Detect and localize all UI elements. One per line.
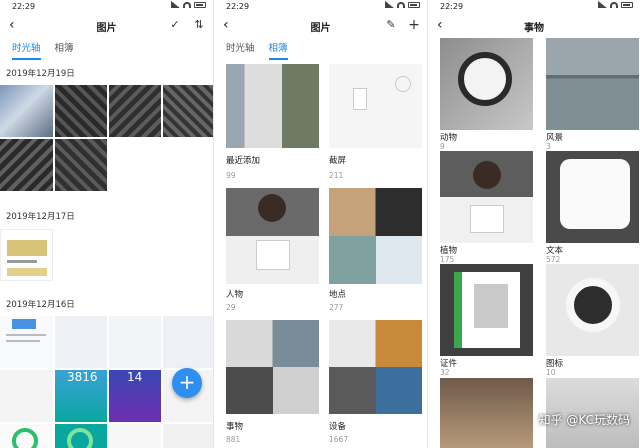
album-cover[interactable] — [440, 378, 533, 448]
album-cover[interactable] — [329, 64, 422, 148]
wifi-icon — [610, 1, 618, 8]
album-count: 10 — [546, 368, 556, 377]
sort-icon[interactable]: ⇅ — [192, 18, 206, 32]
signal-icon — [385, 1, 394, 8]
tab-albums[interactable]: 相簿 — [268, 40, 288, 60]
photo-thumb[interactable] — [0, 316, 53, 368]
things-screen: 22:29 ‹ 事物 动物 9 风景 3 植物 175 文本 572 证件 32… — [428, 0, 640, 448]
page-title: 事物 — [524, 23, 544, 34]
status-time: 22:29 — [226, 2, 250, 11]
signal-icon — [598, 1, 607, 8]
battery-icon — [408, 1, 420, 8]
check-circle-icon[interactable]: ✓ — [168, 18, 182, 32]
tab-bar: 时光轴 相簿 — [0, 40, 213, 60]
album-cover[interactable] — [329, 188, 422, 284]
timeline-screen: 22:29 ‹ 图片 ✓ ⇅ 时光轴 相簿 2019年12月19日 2019年1… — [0, 0, 213, 448]
status-bar: 22:29 — [428, 0, 640, 13]
album-name: 地点 — [329, 290, 347, 300]
photo-thumb[interactable] — [109, 316, 161, 368]
plus-icon[interactable]: + — [407, 18, 421, 32]
album-count: 99 — [226, 171, 236, 180]
album-count: 211 — [329, 171, 344, 180]
album-count: 277 — [329, 303, 344, 312]
tab-timeline[interactable]: 时光轴 — [226, 40, 255, 60]
status-time: 22:29 — [440, 2, 464, 11]
date-header: 2019年12月17日 — [6, 212, 75, 222]
app-bar: ‹ 图片 ✎ + — [214, 13, 427, 37]
album-count: 32 — [440, 368, 450, 377]
photo-thumb[interactable] — [163, 424, 213, 448]
album-name: 截屏 — [329, 156, 347, 166]
album-name: 人物 — [226, 290, 244, 300]
album-count: 175 — [440, 255, 455, 264]
album-cover[interactable] — [226, 320, 319, 414]
photo-thumb[interactable] — [109, 85, 161, 137]
wifi-icon — [397, 1, 405, 8]
album-name: 设备 — [329, 422, 347, 432]
album-cover[interactable] — [546, 264, 639, 356]
wifi-icon — [183, 1, 191, 8]
album-name: 事物 — [226, 422, 244, 432]
status-bar: 22:29 — [214, 0, 427, 13]
album-name: 最近添加 — [226, 156, 261, 166]
watermark: 知乎 @KC玩数码 — [538, 413, 630, 427]
album-count: 3 — [546, 142, 551, 151]
tile-text: 3816 — [67, 370, 98, 384]
photo-thumb[interactable] — [163, 316, 213, 368]
tab-timeline[interactable]: 时光轴 — [12, 40, 41, 60]
album-cover[interactable] — [546, 151, 639, 243]
photo-thumb[interactable] — [0, 139, 53, 191]
add-button[interactable]: + — [172, 368, 202, 398]
photo-thumb[interactable] — [0, 85, 53, 137]
photo-thumb[interactable] — [55, 424, 107, 448]
album-count: 9 — [440, 142, 445, 151]
photo-thumb[interactable] — [0, 229, 53, 281]
photo-thumb[interactable] — [109, 424, 161, 448]
app-bar: ‹ 事物 — [428, 13, 640, 37]
albums-screen: 22:29 ‹ 图片 ✎ + 时光轴 相簿 最近添加 99 截屏 211 人物 … — [214, 0, 427, 448]
tab-bar: 时光轴 相簿 — [214, 40, 427, 60]
album-cover[interactable] — [440, 38, 533, 130]
photo-thumb[interactable] — [55, 85, 107, 137]
app-bar: ‹ 图片 ✓ ⇅ — [0, 13, 213, 37]
date-header: 2019年12月16日 — [6, 300, 75, 310]
photo-thumb[interactable]: 3816 — [55, 370, 107, 422]
battery-icon — [194, 1, 206, 8]
album-cover[interactable] — [440, 264, 533, 356]
album-cover[interactable] — [226, 188, 319, 284]
album-cover[interactable] — [329, 320, 422, 414]
album-cover[interactable] — [226, 64, 319, 148]
album-count: 572 — [546, 255, 561, 264]
photo-thumb[interactable] — [163, 85, 213, 137]
edit-icon[interactable]: ✎ — [384, 18, 398, 32]
date-header: 2019年12月19日 — [6, 69, 75, 79]
photo-thumb[interactable] — [0, 370, 53, 422]
tile-text: 14 — [127, 370, 143, 384]
album-cover[interactable] — [440, 151, 533, 243]
album-cover[interactable] — [546, 38, 639, 130]
album-count: 29 — [226, 303, 236, 312]
photo-thumb[interactable] — [0, 424, 53, 448]
status-time: 22:29 — [12, 2, 36, 11]
photo-thumb[interactable] — [55, 316, 107, 368]
photo-thumb[interactable] — [55, 139, 107, 191]
signal-icon — [171, 1, 180, 8]
battery-icon — [621, 1, 633, 8]
tab-albums[interactable]: 相簿 — [55, 40, 74, 60]
photo-thumb[interactable]: 14 — [109, 370, 161, 422]
album-count: 1667 — [329, 435, 349, 444]
status-bar: 22:29 — [0, 0, 213, 13]
album-count: 881 — [226, 435, 241, 444]
